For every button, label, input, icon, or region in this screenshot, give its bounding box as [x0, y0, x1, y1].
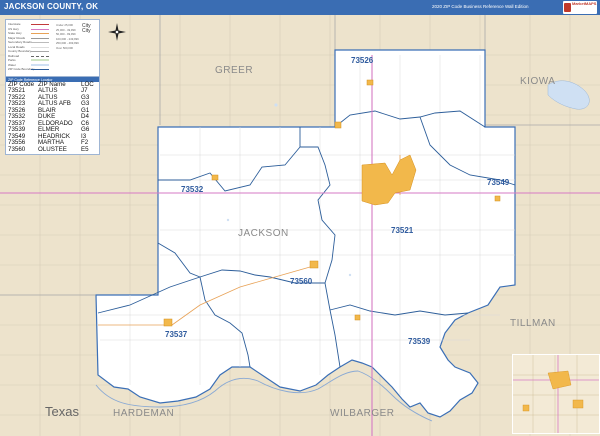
legend-swatch-secondary-roads [31, 42, 49, 43]
county-label-wilbarger: WILBARGER [330, 408, 395, 419]
legend-swatch-interstate [31, 24, 49, 25]
legend-swatch-water [31, 63, 49, 66]
legend-size-row: Under 25,000 [56, 23, 73, 27]
legend-row: State Hwy [8, 31, 22, 35]
zip-name-cell: OLUSTEE [38, 145, 67, 153]
compass-rose-icon [108, 23, 126, 41]
eldorado-city-area [163, 318, 173, 327]
martha-city-area [334, 121, 342, 129]
zip-label-73526[interactable]: 73526 [351, 56, 373, 65]
elmer-city-area [354, 314, 361, 321]
legend-size-row: 100,000 - 249,999 [56, 36, 79, 41]
legend-size-row: 250,000 - 499,999 [56, 41, 79, 45]
legend-swatch-us-hwy [31, 28, 49, 30]
locator-inset-map [512, 354, 600, 434]
legend-swatch-parks [31, 59, 49, 61]
zip-reference-table: ZIP Code Reference Locator ZIP Code ZIP … [5, 76, 100, 155]
map-legend: Interstate US Hwy State Hwy Major Roads … [5, 19, 100, 77]
legend-row: Parks [8, 58, 16, 62]
map-page: JACKSON COUNTY, OK 2020 ZIP Code Busines… [0, 0, 600, 436]
edition-text: 2020 ZIP Code Business Reference Wall Ed… [432, 4, 529, 9]
county-label-hardeman: HARDEMAN [113, 408, 175, 419]
legend-swatch-county [31, 51, 49, 52]
county-label-kiowa: KIOWA [520, 76, 556, 87]
blair-city-area [366, 79, 374, 86]
table-row[interactable]: 73560 OLUSTEE E5 [6, 145, 99, 154]
legend-row: Water [8, 62, 16, 67]
county-label-tillman: TILLMAN [510, 318, 556, 329]
legend-swatch-state-hwy [31, 33, 49, 34]
state-label-texas: Texas [45, 404, 79, 419]
zip-loc-cell: E5 [81, 145, 89, 153]
legend-size-row: Over 500,000 [56, 45, 73, 50]
legend-row: Secondary Roads [8, 40, 32, 44]
zip-label-73539[interactable]: 73539 [408, 337, 430, 346]
inset-map-drawing [513, 355, 599, 433]
olustee-city-area [309, 260, 319, 269]
page-title: JACKSON COUNTY, OK [4, 2, 99, 11]
headrick-city-area [494, 195, 501, 202]
legend-size-row: 25,000 - 49,999 [56, 27, 76, 32]
zip-label-73560[interactable]: 73560 [290, 277, 312, 286]
legend-size-row: 50,000 - 99,999 [56, 32, 76, 36]
legend-row: Major Roads [8, 35, 26, 40]
header-bar: JACKSON COUNTY, OK 2020 ZIP Code Busines… [0, 0, 600, 15]
logo-text: MarketMAPS [572, 1, 597, 6]
publisher-logo: MarketMAPS [563, 1, 597, 14]
legend-city-sub: City [82, 28, 91, 34]
county-label-jackson: JACKSON [238, 228, 289, 239]
zip-label-73532[interactable]: 73532 [181, 185, 203, 194]
legend-row: US Hwy [8, 26, 19, 31]
zip-label-73521[interactable]: 73521 [391, 226, 413, 235]
legend-row: Railroad [8, 53, 20, 58]
legend-row: Local Roads [8, 44, 25, 49]
zip-label-73537[interactable]: 73537 [165, 330, 187, 339]
county-label-greer: GREER [215, 65, 254, 76]
legend-swatch-local-roads [31, 46, 49, 48]
logo-mark-icon [564, 3, 571, 12]
zip-cell: 73560 [8, 145, 26, 153]
legend-row: Interstate [8, 22, 21, 26]
legend-swatch-railroad [31, 55, 49, 57]
legend-swatch-major-roads [31, 37, 49, 39]
duke-city-area [211, 174, 219, 181]
zip-label-73549[interactable]: 73549 [487, 178, 509, 187]
legend-swatch-zip [31, 69, 49, 70]
legend-row: County Boundary [8, 49, 32, 53]
